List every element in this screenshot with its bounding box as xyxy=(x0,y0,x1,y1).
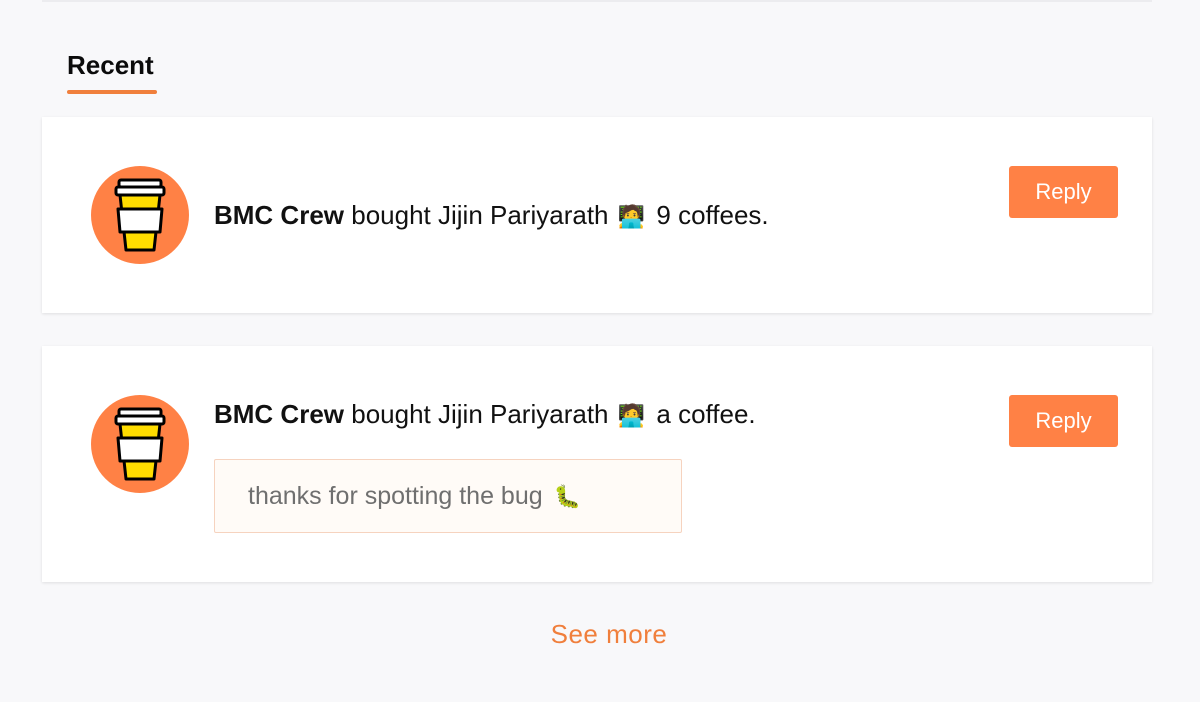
technologist-emoji-icon: 🧑‍💻 xyxy=(617,204,646,229)
activity-action: bought Jijin Pariyarath xyxy=(351,200,609,230)
activity-text: BMC Crew bought Jijin Pariyarath 🧑‍💻 a c… xyxy=(214,399,756,430)
activity-object: 9 coffees. xyxy=(656,200,769,230)
see-more-link[interactable]: See more xyxy=(0,619,1200,650)
supporter-card: BMC Crew bought Jijin Pariyarath 🧑‍💻 9 c… xyxy=(42,117,1152,313)
activity-object: a coffee. xyxy=(656,399,756,429)
tab-active-indicator xyxy=(67,90,157,94)
technologist-emoji-icon: 🧑‍💻 xyxy=(617,403,646,428)
tab-recent[interactable]: Recent xyxy=(67,50,154,81)
support-message: thanks for spotting the bug 🐛 xyxy=(214,459,682,533)
coffee-cup-icon xyxy=(91,166,189,264)
actor-name: BMC Crew xyxy=(214,200,345,230)
support-message-text: thanks for spotting the bug xyxy=(248,482,543,510)
coffee-cup-icon xyxy=(91,395,189,493)
actor-name: BMC Crew xyxy=(214,399,345,429)
bug-emoji-icon: 🐛 xyxy=(553,484,582,509)
top-divider xyxy=(42,0,1152,2)
supporter-card: BMC Crew bought Jijin Pariyarath 🧑‍💻 a c… xyxy=(42,346,1152,582)
activity-text: BMC Crew bought Jijin Pariyarath 🧑‍💻 9 c… xyxy=(214,200,769,231)
activity-action: bought Jijin Pariyarath xyxy=(351,399,609,429)
reply-button[interactable]: Reply xyxy=(1009,166,1118,218)
reply-button[interactable]: Reply xyxy=(1009,395,1118,447)
